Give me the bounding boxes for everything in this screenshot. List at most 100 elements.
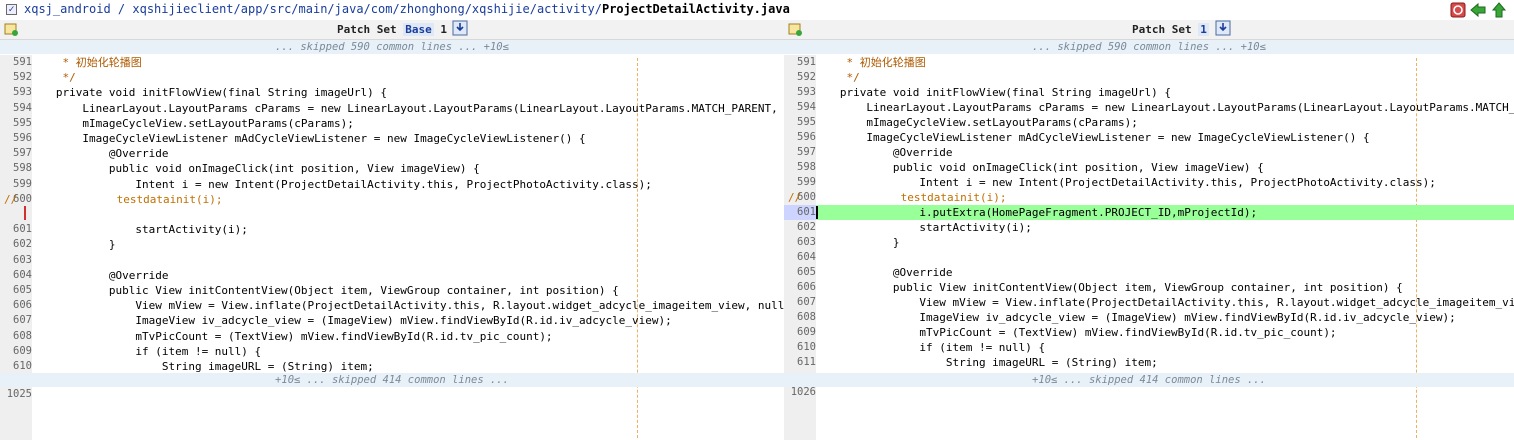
code-line: 603 } (784, 235, 1514, 250)
line-number[interactable]: 608 (0, 329, 32, 344)
patchset-text: Patch Set (337, 23, 397, 36)
line-number[interactable]: 591 (784, 55, 816, 70)
code-text: */ (36, 71, 76, 85)
line-number[interactable]: 601 (784, 205, 816, 220)
line-number[interactable]: 605 (784, 265, 816, 280)
code-line: 600// testdatainit(i); (0, 192, 784, 207)
left-patchset-select[interactable]: Base (403, 23, 434, 36)
code-text: View mView = View.inflate(ProjectDetailA… (820, 296, 1514, 309)
line-number[interactable]: 607 (0, 313, 32, 328)
line-number[interactable]: 597 (0, 146, 32, 161)
code-line: 595 mImageCycleView.setLayoutParams(cPar… (784, 115, 1514, 130)
line-number[interactable]: 597 (784, 145, 816, 160)
left-end-line: 1025 (0, 387, 784, 402)
line-number[interactable]: 599 (784, 175, 816, 190)
file-name: ProjectDetailActivity.java (601, 2, 790, 16)
code-text: String imageURL = (String) item; (820, 356, 1158, 369)
code-line: 592 */ (0, 70, 784, 85)
text-caret (816, 206, 818, 219)
line-number[interactable]: 604 (784, 250, 816, 265)
skip-top[interactable]: ... skipped 590 common lines ... +10≤ (0, 40, 784, 54)
left-patchset-label: Patch Set Base 1 (337, 23, 447, 36)
line-number[interactable]: 595 (784, 115, 816, 130)
code-line: 607 ImageView iv_adcycle_view = (ImageVi… (0, 313, 784, 328)
line-number[interactable]: 609 (784, 325, 816, 340)
code-text: private void initFlowView(final String i… (820, 86, 1171, 99)
code-text: } (820, 236, 900, 249)
line-number[interactable]: 599 (0, 177, 32, 192)
line-number[interactable]: 598 (0, 161, 32, 176)
code-line: 600// testdatainit(i); (784, 190, 1514, 205)
download-icon[interactable] (1215, 20, 1231, 36)
skip-top[interactable]: ... skipped 590 common lines ... +10≤ (784, 40, 1514, 54)
right-pane-header: Patch Set 1 (784, 20, 1514, 40)
code-line: 608 ImageView iv_adcycle_view = (ImageVi… (784, 310, 1514, 325)
code-text: public View initContentView(Object item,… (820, 281, 1403, 294)
line-number[interactable]: 596 (784, 130, 816, 145)
path-prefix[interactable]: xqsj_android / xqshijieclient/app/src/ma… (24, 2, 602, 16)
code-line: 593 private void initFlowView(final Stri… (0, 85, 784, 100)
code-line: 606 View mView = View.inflate(ProjectDet… (0, 298, 784, 313)
line-number[interactable]: 611 (784, 355, 816, 370)
line-number[interactable]: 601 (0, 222, 32, 237)
code-line: 594 LinearLayout.LayoutParams cParams = … (0, 101, 784, 116)
line-number: 1026 (790, 386, 816, 398)
line-number[interactable]: 591 (0, 55, 32, 70)
code-line: 610 if (item != null) { (784, 340, 1514, 355)
line-number[interactable]: 609 (0, 344, 32, 359)
line-number[interactable]: 594 (784, 100, 816, 115)
line-number[interactable]: 598 (784, 160, 816, 175)
line-number[interactable]: 610 (0, 359, 32, 374)
code-text: Intent i = new Intent(ProjectDetailActiv… (820, 176, 1436, 189)
code-line: 604 @Override (0, 268, 784, 283)
code-text: ImageCycleViewListener mAdCycleViewListe… (36, 132, 586, 145)
line-number[interactable]: 595 (0, 116, 32, 131)
code-text: ImageCycleViewListener mAdCycleViewListe… (820, 131, 1370, 144)
line-number[interactable]: 606 (0, 298, 32, 313)
code-text: ImageView iv_adcycle_view = (ImageView) … (820, 311, 1456, 324)
line-number[interactable]: 603 (0, 253, 32, 268)
right-patchset-select[interactable]: 1 (1198, 23, 1209, 36)
refresh-icon[interactable] (1450, 2, 1466, 18)
line-number[interactable]: 608 (784, 310, 816, 325)
line-number[interactable]: 592 (0, 70, 32, 85)
right-pane: Patch Set 1 ... skipped 590 common lines… (784, 20, 1514, 440)
code-text: @Override (820, 266, 953, 279)
line-number[interactable]: 592 (784, 70, 816, 85)
reviewed-checkbox[interactable]: ✓ (6, 4, 17, 15)
add-comment-icon[interactable] (788, 22, 802, 36)
code-line: 609 if (item != null) { (0, 344, 784, 359)
line-number[interactable]: 594 (0, 101, 32, 116)
line-number[interactable]: 596 (0, 131, 32, 146)
code-line: 591 * 初始化轮播图 (784, 55, 1514, 70)
line-number[interactable]: 604 (0, 268, 32, 283)
line-number[interactable]: 610 (784, 340, 816, 355)
skip-bottom[interactable]: +10≤ ... skipped 414 common lines ... (0, 373, 784, 387)
up-arrow-icon[interactable] (1491, 2, 1507, 18)
line-number[interactable]: 603 (784, 235, 816, 250)
line-number[interactable]: 602 (0, 237, 32, 252)
code-line: 598 public void onImageClick(int positio… (784, 160, 1514, 175)
code-text: LinearLayout.LayoutParams cParams = new … (820, 101, 1514, 114)
add-comment-icon[interactable] (4, 22, 18, 36)
line-number[interactable]: 602 (784, 220, 816, 235)
line-number[interactable]: 607 (784, 295, 816, 310)
code-text: ImageView iv_adcycle_view = (ImageView) … (36, 314, 672, 328)
line-number[interactable]: 593 (0, 85, 32, 100)
code-line: 596 ImageCycleViewListener mAdCycleViewL… (0, 131, 784, 146)
download-icon[interactable] (452, 20, 468, 36)
line-number[interactable]: 593 (784, 85, 816, 100)
right-end-line: 1026 (784, 385, 1514, 400)
file-path: xqsj_android / xqshijieclient/app/src/ma… (24, 2, 790, 16)
code-text: mTvPicCount = (TextView) mView.findViewB… (820, 326, 1337, 339)
code-text: mImageCycleView.setLayoutParams(cParams)… (820, 116, 1138, 129)
line-number[interactable]: 606 (784, 280, 816, 295)
code-text: LinearLayout.LayoutParams cParams = new … (36, 101, 784, 115)
back-arrow-icon[interactable] (1470, 2, 1486, 18)
line-number[interactable]: 605 (0, 283, 32, 298)
code-text: startActivity(i); (36, 223, 248, 237)
code-text: @Override (36, 268, 169, 282)
right-patchset-label: Patch Set 1 (1132, 23, 1209, 36)
code-text: public void onImageClick(int position, V… (820, 161, 1264, 174)
code-line: 606 public View initContentView(Object i… (784, 280, 1514, 295)
